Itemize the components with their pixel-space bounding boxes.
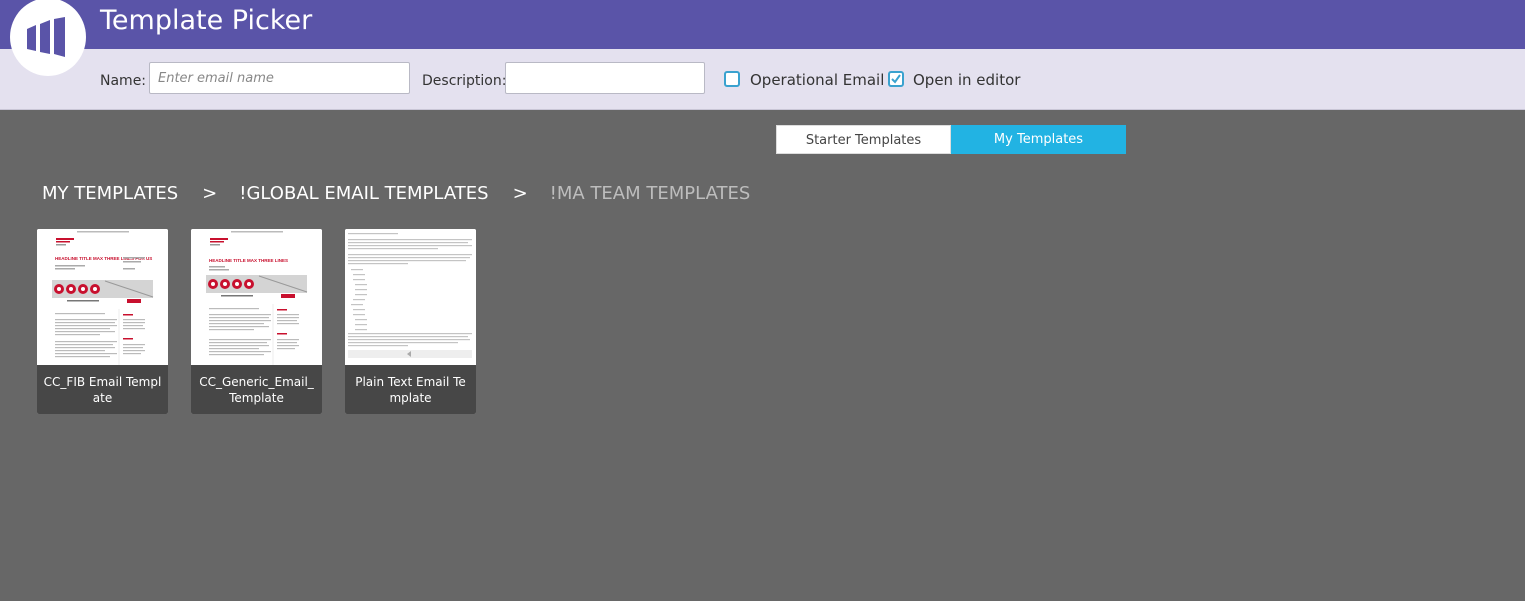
operational-email-label: Operational Email: [750, 71, 885, 89]
page-title: Template Picker: [100, 5, 313, 36]
email-name-input[interactable]: [149, 62, 410, 94]
template-thumbnail: [345, 229, 476, 365]
breadcrumb-item-my-templates[interactable]: MY TEMPLATES: [42, 183, 178, 204]
tab-starter-templates[interactable]: Starter Templates: [776, 125, 951, 154]
svg-text:HEADLINE TITLE MAX THREE LINES: HEADLINE TITLE MAX THREE LINES: [209, 258, 288, 263]
template-card[interactable]: Plain Text Email Template: [345, 229, 476, 414]
template-name: CC_FIB Email Template: [37, 365, 168, 414]
description-input[interactable]: [505, 62, 705, 94]
breadcrumb-item-ma-team-templates: !MA TEAM TEMPLATES: [549, 183, 751, 204]
template-thumbnail: HEADLINE TITLE MAX THREE LINES FOR US: [37, 229, 168, 365]
template-card[interactable]: HEADLINE TITLE MAX THREE LINES FOR US CC…: [37, 229, 168, 414]
open-in-editor-label: Open in editor: [913, 71, 1021, 89]
template-name: Plain Text Email Template: [345, 365, 476, 414]
breadcrumb-item-global-email-templates[interactable]: !GLOBAL EMAIL TEMPLATES: [239, 183, 488, 204]
breadcrumb: MY TEMPLATES > !GLOBAL EMAIL TEMPLATES > !MA…: [42, 183, 750, 204]
breadcrumb-separator: >: [512, 183, 528, 204]
header-bar: Template Picker: [0, 0, 1525, 49]
template-tabs: Starter Templates My Templates: [776, 125, 1126, 154]
operational-email-checkbox[interactable]: [724, 71, 740, 87]
description-label: Description:: [422, 73, 507, 89]
template-thumbnail: HEADLINE TITLE MAX THREE LINES: [191, 229, 322, 365]
template-form: Name: Description: Operational Email Ope…: [0, 49, 1525, 110]
checkmark-icon: [891, 74, 901, 84]
template-name: CC_Generic_Email_Template: [191, 365, 322, 414]
tab-my-templates[interactable]: My Templates: [951, 125, 1126, 154]
marketo-logo-icon: [10, 0, 86, 76]
open-in-editor-checkbox[interactable]: [888, 71, 904, 87]
breadcrumb-separator: >: [202, 183, 218, 204]
template-card[interactable]: HEADLINE TITLE MAX THREE LINES CC_Generi…: [191, 229, 322, 414]
name-label: Name:: [100, 73, 147, 89]
